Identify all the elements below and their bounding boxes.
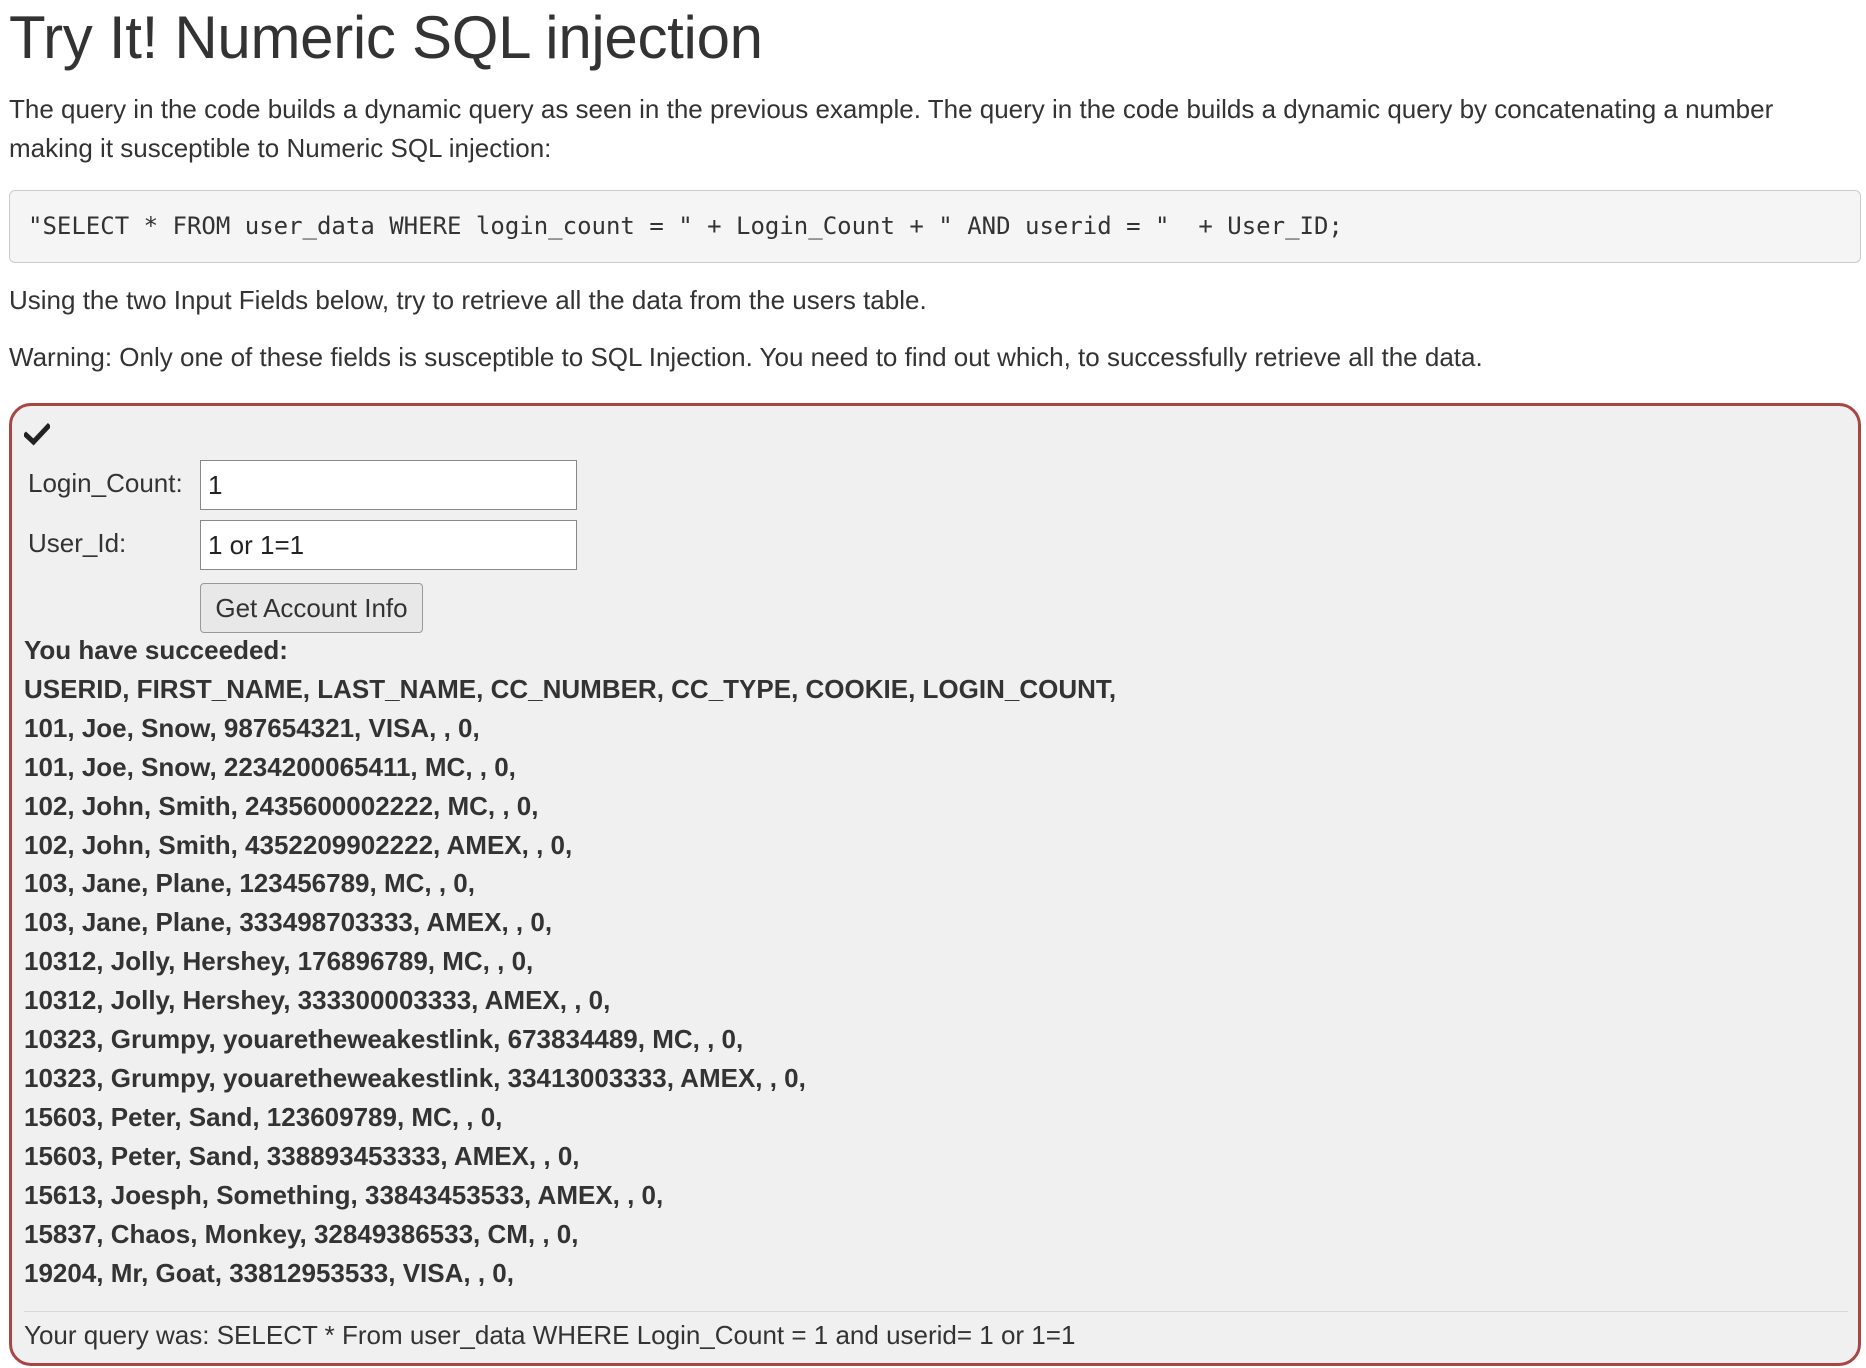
result-row: 101, Joe, Snow, 987654321, VISA, , 0, [24, 712, 480, 743]
result-row: 103, Jane, Plane, 333498703333, AMEX, , … [24, 907, 553, 938]
result-row: 10312, Jolly, Hershey, 333300003333, AME… [24, 985, 611, 1016]
result-row: 15837, Chaos, Monkey, 32849386533, CM, ,… [24, 1218, 579, 1249]
result-row: 102, John, Smith, 2435600002222, MC, , 0… [24, 790, 539, 821]
result-row: 103, Jane, Plane, 123456789, MC, , 0, [24, 868, 475, 899]
page-title: Try It! Numeric SQL injection [9, 4, 763, 71]
result-row: 10323, Grumpy, youaretheweakestlink, 673… [24, 1024, 744, 1055]
result-row: 15613, Joesph, Something, 33843453533, A… [24, 1179, 664, 1210]
user-id-label: User_Id: [28, 528, 127, 558]
result-row: 15603, Peter, Sand, 123609789, MC, , 0, [24, 1101, 503, 1132]
login-count-input[interactable] [200, 460, 577, 510]
warning-paragraph: Warning: Only one of these fields is sus… [9, 342, 1483, 372]
results-output: You have succeeded: USERID, FIRST_NAME, L… [24, 631, 1824, 1292]
instruction-paragraph: Using the two Input Fields below, try to… [9, 285, 927, 315]
code-snippet: "SELECT * FROM user_data WHERE login_cou… [9, 190, 1861, 263]
result-row: 10312, Jolly, Hershey, 176896789, MC, , … [24, 946, 534, 977]
intro-paragraph: The query in the code builds a dynamic q… [9, 94, 1774, 163]
query-echo: Your query was: SELECT * From user_data … [24, 1320, 1076, 1350]
get-account-info-button[interactable]: Get Account Info [200, 583, 423, 633]
attack-container: Login_Count: User_Id: Get Account Info Y… [9, 403, 1861, 1366]
results-divider [24, 1311, 1848, 1312]
result-row: 101, Joe, Snow, 2234200065411, MC, , 0, [24, 751, 516, 782]
user-id-input[interactable] [200, 520, 577, 570]
result-heading: You have succeeded: [24, 635, 288, 665]
result-row: 10323, Grumpy, youaretheweakestlink, 334… [24, 1062, 806, 1093]
checkmark-icon [24, 422, 50, 446]
result-row: 19204, Mr, Goat, 33812953533, VISA, , 0, [24, 1257, 514, 1288]
login-count-label: Login_Count: [28, 468, 183, 498]
lesson-page: Try It! Numeric SQL injection The query … [9, 0, 1861, 1366]
result-row: 102, John, Smith, 4352209902222, AMEX, ,… [24, 829, 573, 860]
result-columns: USERID, FIRST_NAME, LAST_NAME, CC_NUMBER… [24, 673, 1117, 704]
result-row: 15603, Peter, Sand, 338893453333, AMEX, … [24, 1140, 580, 1171]
